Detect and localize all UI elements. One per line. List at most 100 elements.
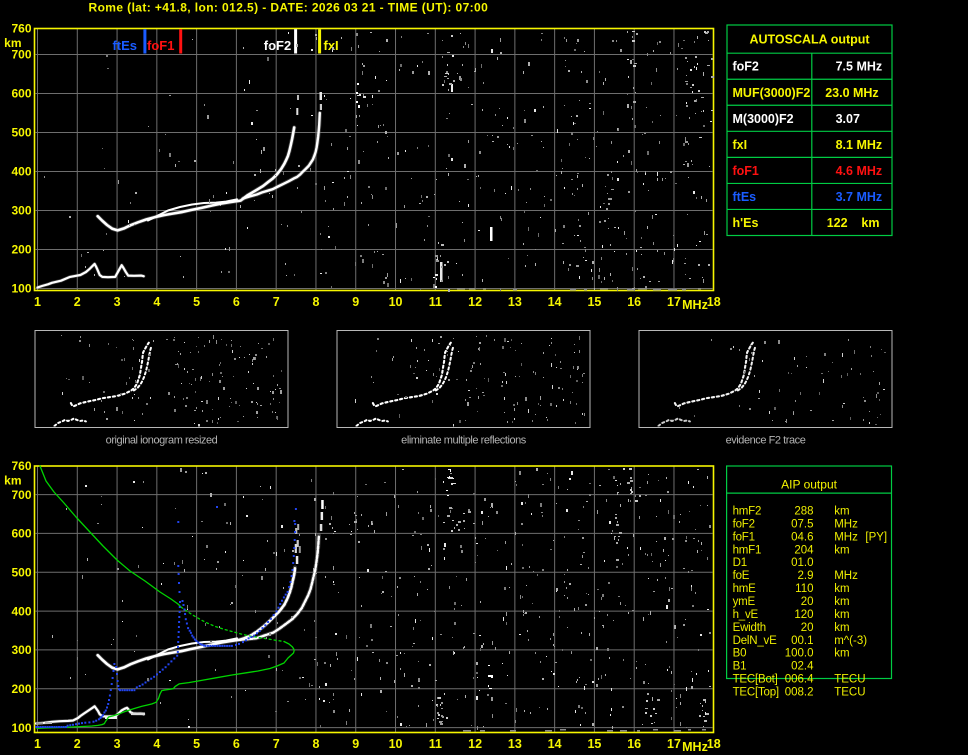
svg-text:eliminate multiple reflections: eliminate multiple reflections [401, 435, 527, 447]
svg-text:700: 700 [11, 488, 31, 502]
svg-text:hmE: hmE [733, 583, 757, 595]
svg-text:07.5: 07.5 [791, 518, 813, 530]
svg-text:5: 5 [193, 295, 200, 309]
svg-text:h'Es: h'Es [733, 216, 759, 230]
svg-text:6: 6 [233, 737, 240, 751]
svg-text:4: 4 [153, 737, 160, 751]
svg-text:20: 20 [801, 622, 814, 634]
svg-text:7: 7 [273, 295, 280, 309]
svg-text:204: 204 [794, 544, 814, 556]
svg-text:8: 8 [312, 737, 319, 751]
svg-text:foF2: foF2 [733, 518, 755, 530]
svg-text:13: 13 [508, 295, 522, 309]
svg-text:122 km: 122 km [827, 216, 880, 230]
svg-text:14: 14 [548, 737, 562, 751]
svg-text:ftEs: ftEs [112, 38, 137, 53]
svg-text:evidence F2 trace: evidence F2 trace [726, 435, 806, 447]
svg-text:400: 400 [11, 165, 31, 179]
svg-text:01.0: 01.0 [791, 557, 813, 569]
svg-text:16: 16 [627, 737, 641, 751]
svg-text:hmF2: hmF2 [733, 506, 762, 518]
svg-text:18: 18 [707, 295, 721, 309]
svg-text:600: 600 [11, 87, 31, 101]
svg-text:D1: D1 [733, 557, 747, 569]
svg-text:00.1: 00.1 [791, 635, 813, 647]
svg-text:ftEs: ftEs [733, 190, 757, 204]
svg-text:200: 200 [11, 243, 31, 257]
svg-text:6: 6 [233, 295, 240, 309]
svg-text:ymE: ymE [733, 596, 756, 608]
svg-text:km: km [834, 609, 849, 621]
svg-text:foF1: foF1 [147, 38, 174, 53]
svg-text:11: 11 [429, 295, 442, 309]
svg-text:M(3000)F2: M(3000)F2 [733, 112, 794, 126]
svg-text:400: 400 [11, 604, 31, 618]
svg-text:16: 16 [627, 295, 641, 309]
svg-text:MHz: MHz [834, 570, 858, 582]
svg-text:km: km [4, 474, 21, 488]
svg-text:7.5 MHz: 7.5 MHz [836, 60, 883, 74]
svg-text:100: 100 [11, 282, 31, 296]
svg-text:10: 10 [389, 737, 403, 751]
svg-text:15: 15 [587, 295, 601, 309]
svg-text:20: 20 [801, 596, 814, 608]
svg-text:120: 120 [794, 609, 813, 621]
svg-text:m^(-3): m^(-3) [834, 635, 867, 647]
svg-text:23.0 MHz: 23.0 MHz [825, 86, 879, 100]
svg-text:300: 300 [11, 643, 31, 657]
svg-text:3.07: 3.07 [836, 112, 860, 126]
svg-text:fxI: fxI [733, 138, 748, 152]
svg-text:10: 10 [389, 295, 403, 309]
svg-text:18: 18 [707, 737, 721, 751]
svg-text:700: 700 [11, 48, 31, 62]
svg-text:110: 110 [795, 583, 813, 595]
svg-text:foF1: foF1 [733, 531, 755, 543]
svg-text:MUF(3000)F2: MUF(3000)F2 [733, 86, 811, 100]
svg-text:TECU: TECU [834, 687, 865, 699]
svg-text:3: 3 [114, 737, 121, 751]
svg-text:DelN_vE: DelN_vE [733, 635, 778, 647]
svg-text:km: km [834, 622, 849, 634]
svg-text:13: 13 [508, 737, 522, 751]
svg-text:1: 1 [34, 295, 41, 309]
svg-text:MHz: MHz [682, 740, 708, 754]
svg-text:3.7 MHz: 3.7 MHz [836, 190, 883, 204]
svg-text:TEC[Top]: TEC[Top] [733, 687, 779, 699]
svg-text:300: 300 [11, 204, 31, 218]
svg-text:km: km [834, 596, 849, 608]
svg-text:200: 200 [11, 682, 31, 696]
svg-text:288: 288 [794, 506, 813, 518]
svg-text:12: 12 [468, 295, 482, 309]
svg-text:4.6 MHz: 4.6 MHz [836, 164, 883, 178]
svg-text:5: 5 [193, 737, 200, 751]
svg-text:17: 17 [667, 295, 681, 309]
svg-text:Rome (lat: +41.8, lon: 012.5): Rome (lat: +41.8, lon: 012.5) - DATE: 20… [89, 1, 489, 15]
svg-text:foF2: foF2 [264, 38, 291, 53]
svg-text:hmF1: hmF1 [733, 544, 762, 556]
svg-text:100: 100 [11, 721, 31, 735]
svg-text:8.1 MHz: 8.1 MHz [836, 138, 883, 152]
svg-text:008.2: 008.2 [785, 687, 814, 699]
svg-text:500: 500 [11, 565, 31, 579]
svg-text:km: km [834, 583, 849, 595]
svg-text:14: 14 [548, 295, 562, 309]
svg-text:B1: B1 [733, 661, 747, 673]
svg-text:km: km [834, 648, 849, 660]
svg-text:600: 600 [11, 527, 31, 541]
svg-text:11: 11 [429, 737, 442, 751]
svg-text:4: 4 [153, 295, 160, 309]
svg-text:2.9: 2.9 [798, 570, 814, 582]
svg-text:km: km [834, 544, 849, 556]
svg-text:1: 1 [34, 737, 41, 751]
svg-text:100.0: 100.0 [785, 648, 814, 660]
svg-text:3: 3 [114, 295, 121, 309]
svg-text:[PY]: [PY] [865, 531, 887, 543]
svg-text:7: 7 [273, 737, 280, 751]
svg-text:MHz: MHz [834, 518, 858, 530]
svg-text:MHz: MHz [682, 298, 708, 312]
svg-text:original ionogram resized: original ionogram resized [106, 435, 218, 447]
svg-text:TECU: TECU [834, 674, 865, 686]
svg-text:9: 9 [352, 295, 359, 309]
svg-text:760: 760 [11, 22, 31, 36]
svg-text:fxI: fxI [324, 38, 339, 53]
